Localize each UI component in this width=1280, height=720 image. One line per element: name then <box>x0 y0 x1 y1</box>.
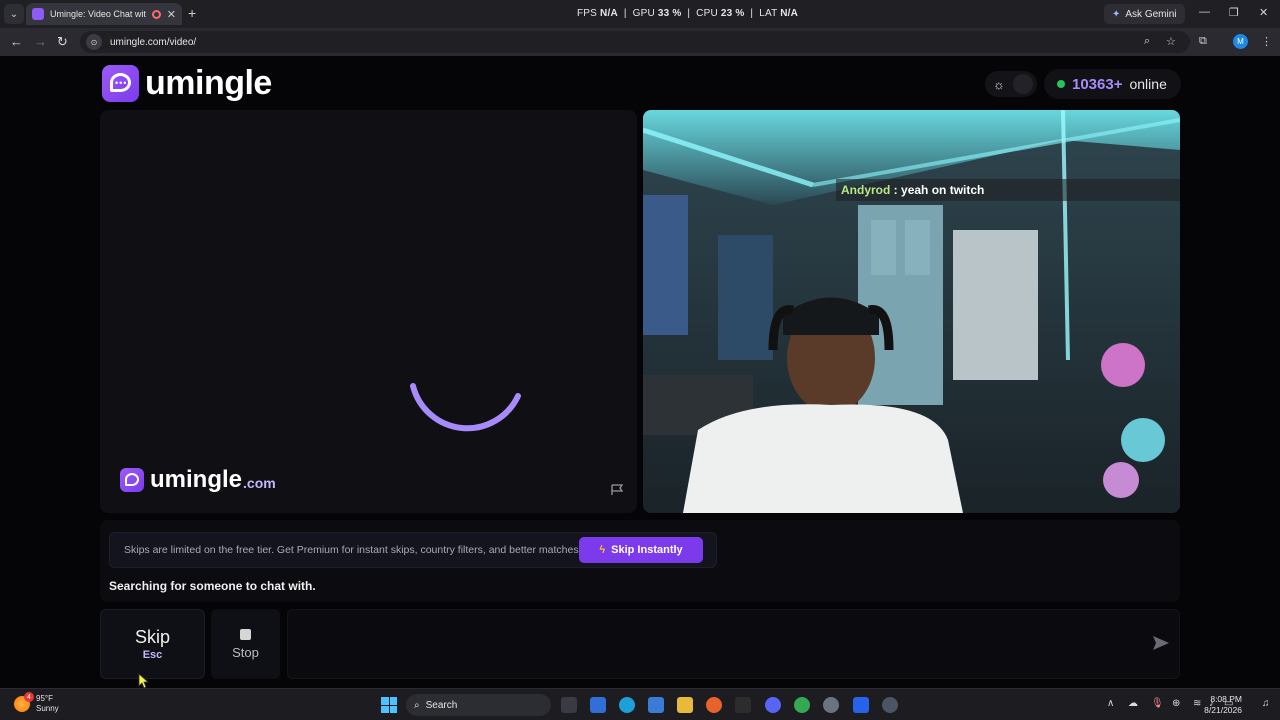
online-status-dot <box>1057 80 1065 88</box>
performance-overlay: FPS N/A | GPU 33 % | CPU 23 % | LAT N/A <box>577 8 799 19</box>
browser-tab-active[interactable]: Umingle: Video Chat with St ✕ <box>26 3 182 25</box>
theme-toggle[interactable]: ☼ <box>985 71 1037 97</box>
webcam-video-feed <box>643 110 1180 513</box>
reload-icon[interactable]: ↻ <box>57 34 68 50</box>
stop-square-icon <box>240 628 251 640</box>
chat-bubble-logo-icon: ••• <box>102 65 139 102</box>
windows-taskbar: 4 95°F Sunny ⌕ Search ∧ ☁ 🎙 ⊕ ≋ ♪ ▭ 8:08… <box>0 688 1280 720</box>
loading-spinner-icon <box>410 383 521 432</box>
chat-separator: : <box>890 183 902 197</box>
extensions-puzzle-icon[interactable]: ⧉ <box>1199 35 1207 48</box>
recording-indicator-icon <box>151 9 161 19</box>
close-window-icon[interactable]: ✕ <box>1259 6 1268 19</box>
skip-shortcut: Esc <box>142 649 163 661</box>
browser-tab-bar: ⌄ Umingle: Video Chat with St ✕ + FPS N/… <box>0 0 1280 28</box>
profile-avatar[interactable]: M <box>1233 34 1248 49</box>
weather-temp: 95°F <box>36 694 53 703</box>
url-text: umingle.com/video/ <box>110 36 197 48</box>
weather-widget[interactable]: 4 95°F Sunny <box>14 692 59 714</box>
chat-message-text: yeah on twitch <box>901 183 985 197</box>
clock-time: 8:08 PM <box>1210 694 1242 704</box>
watermark-tld: .com <box>243 475 276 491</box>
gemini-sparkle-icon: ✦ <box>1112 8 1121 20</box>
epic-games-icon[interactable] <box>735 697 751 713</box>
zoom-icon[interactable]: ⌕ <box>1144 35 1150 48</box>
skip-button[interactable]: Skip Esc <box>100 609 205 679</box>
watermark-brand: umingle <box>150 466 243 493</box>
mail-icon[interactable] <box>590 697 606 713</box>
microphone-icon[interactable]: 🎙 <box>1151 698 1164 709</box>
firefox-icon[interactable] <box>706 697 722 713</box>
app-store-icon[interactable] <box>853 697 869 713</box>
clock-date: 8/21/2026 <box>1204 705 1242 715</box>
cpu-value: 23 % <box>720 8 745 19</box>
chat-username: Andyrod <box>841 183 891 197</box>
searching-status-text: Searching for someone to chat with. <box>109 579 316 593</box>
new-tab-button[interactable]: + <box>188 5 196 21</box>
self-video-panel: Andyrod : yeah on twitch <box>643 110 1180 513</box>
restore-window-icon[interactable]: ❐ <box>1229 6 1239 19</box>
chat-message-overlay: Andyrod : yeah on twitch <box>836 179 1180 201</box>
location-icon[interactable]: ⊕ <box>1172 698 1180 709</box>
discord-icon[interactable] <box>765 697 781 713</box>
logo-text: umingle <box>145 64 272 102</box>
sunny-weather-icon: 4 <box>14 692 34 712</box>
stop-label: Stop <box>232 644 259 660</box>
online-counter: 10363+ online <box>1044 69 1181 99</box>
ask-gemini-button[interactable]: ✦ Ask Gemini <box>1104 4 1185 24</box>
send-icon[interactable] <box>1152 634 1170 652</box>
minimize-window-icon[interactable]: — <box>1199 6 1210 18</box>
skip-label: Skip <box>134 627 170 647</box>
start-windows-icon[interactable] <box>381 697 397 713</box>
search-icon: ⌕ <box>414 699 420 711</box>
taskbar-search[interactable]: ⌕ Search <box>406 694 551 716</box>
weather-badge: 4 <box>24 692 34 702</box>
close-tab-icon[interactable]: ✕ <box>167 8 176 21</box>
taskbar-search-label: Search <box>425 699 458 711</box>
edge-browser-icon[interactable] <box>619 697 635 713</box>
lightning-bolt-icon: ϟ <box>599 544 606 556</box>
premium-promo-banner: Skips are limited on the free tier. Get … <box>109 532 717 568</box>
address-bar-row: ← → ↻ ⊙ umingle.com/video/ ⌕ ☆ ⧉ ⋮ <box>0 28 1280 56</box>
gpu-value: 33 % <box>657 8 682 19</box>
task-view-icon[interactable] <box>561 697 577 713</box>
mouse-cursor-icon <box>138 673 150 689</box>
site-info-icon[interactable]: ⊙ <box>86 34 102 50</box>
url-field[interactable]: ⊙ umingle.com/video/ <box>80 31 1190 53</box>
show-hidden-icons-chevron-icon[interactable]: ∧ <box>1107 698 1114 709</box>
umingle-favicon-icon <box>32 8 44 20</box>
chrome-icon[interactable] <box>794 697 810 713</box>
onedrive-cloud-icon[interactable]: ☁ <box>1128 698 1138 709</box>
online-label: online <box>1129 76 1167 92</box>
tab-search-chevron-icon[interactable]: ⌄ <box>4 4 24 24</box>
stop-button[interactable]: Stop <box>211 609 280 679</box>
bookmark-star-icon[interactable]: ☆ <box>1166 35 1176 48</box>
app-icon[interactable] <box>882 697 898 713</box>
video-watermark-logo: umingle .com <box>120 466 276 494</box>
chat-message-input[interactable] <box>287 609 1180 679</box>
chat-bubble-logo-icon <box>120 468 144 492</box>
weather-condition: Sunny <box>36 704 59 713</box>
notifications-bell-icon[interactable]: ♫ <box>1262 698 1270 709</box>
settings-gear-icon[interactable] <box>823 697 839 713</box>
lat-value: N/A <box>780 8 799 19</box>
forward-arrow-icon[interactable]: → <box>34 34 47 49</box>
photos-icon[interactable] <box>648 697 664 713</box>
stranger-video-panel: umingle .com <box>100 110 637 513</box>
promo-text: Skips are limited on the free tier. Get … <box>124 544 582 556</box>
umingle-page: ••• umingle ☼ 10363+ online umingle .com <box>0 56 1280 689</box>
theme-toggle-knob <box>1013 74 1033 94</box>
file-explorer-icon[interactable] <box>677 697 693 713</box>
skip-instantly-button[interactable]: ϟ Skip Instantly <box>579 537 703 563</box>
report-flag-icon[interactable] <box>610 484 624 496</box>
browser-menu-icon[interactable]: ⋮ <box>1261 35 1272 48</box>
site-logo[interactable]: ••• umingle <box>102 64 272 103</box>
sun-icon: ☼ <box>993 76 1005 92</box>
tab-title: Umingle: Video Chat with St <box>50 9 146 19</box>
system-clock[interactable]: 8:08 PM 8/21/2026 <box>1200 694 1242 716</box>
back-arrow-icon[interactable]: ← <box>10 34 23 49</box>
fps-value: N/A <box>600 8 618 19</box>
online-count: 10363+ <box>1072 75 1123 93</box>
status-area: Skips are limited on the free tier. Get … <box>100 520 1180 602</box>
